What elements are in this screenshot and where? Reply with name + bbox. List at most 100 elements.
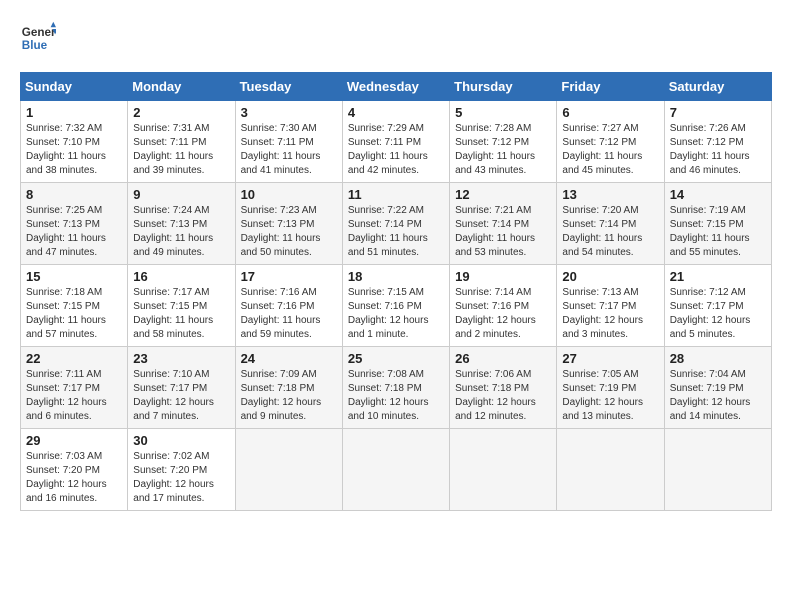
weekday-header-friday: Friday [557, 73, 664, 101]
logo-icon: General Blue [20, 20, 56, 56]
calendar-cell: 2 Sunrise: 7:31 AM Sunset: 7:11 PM Daylig… [128, 101, 235, 183]
day-number: 25 [348, 351, 444, 366]
day-info: Sunrise: 7:20 AM Sunset: 7:14 PM Dayligh… [562, 204, 658, 260]
day-info: Sunrise: 7:30 AM Sunset: 7:11 PM Dayligh… [241, 122, 337, 178]
day-number: 16 [133, 269, 229, 284]
day-info: Sunrise: 7:15 AM Sunset: 7:16 PM Dayligh… [348, 286, 444, 342]
day-number: 2 [133, 105, 229, 120]
calendar-cell: 23 Sunrise: 7:10 AM Sunset: 7:17 PM Dayli… [128, 347, 235, 429]
day-info: Sunrise: 7:25 AM Sunset: 7:13 PM Dayligh… [26, 204, 122, 260]
calendar-cell: 7Sunrise: 7:26 AM Sunset: 7:12 PM Daylig… [664, 101, 771, 183]
calendar-week-row: 8 Sunrise: 7:25 AM Sunset: 7:13 PM Daylig… [21, 183, 772, 265]
day-number: 11 [348, 187, 444, 202]
day-info: Sunrise: 7:22 AM Sunset: 7:14 PM Dayligh… [348, 204, 444, 260]
day-number: 4 [348, 105, 444, 120]
day-number: 29 [26, 433, 122, 448]
calendar-week-row: 29 Sunrise: 7:03 AM Sunset: 7:20 PM Dayli… [21, 429, 772, 511]
day-number: 3 [241, 105, 337, 120]
day-number: 15 [26, 269, 122, 284]
calendar-cell: 22 Sunrise: 7:11 AM Sunset: 7:17 PM Dayli… [21, 347, 128, 429]
day-info: Sunrise: 7:09 AM Sunset: 7:18 PM Dayligh… [241, 368, 337, 424]
day-number: 21 [670, 269, 766, 284]
day-info: Sunrise: 7:19 AM Sunset: 7:15 PM Dayligh… [670, 204, 766, 260]
day-info: Sunrise: 7:13 AM Sunset: 7:17 PM Dayligh… [562, 286, 658, 342]
weekday-header-monday: Monday [128, 73, 235, 101]
day-number: 10 [241, 187, 337, 202]
day-number: 9 [133, 187, 229, 202]
calendar-cell [235, 429, 342, 511]
calendar-week-row: 15 Sunrise: 7:18 AM Sunset: 7:15 PM Dayli… [21, 265, 772, 347]
day-info: Sunrise: 7:29 AM Sunset: 7:11 PM Dayligh… [348, 122, 444, 178]
calendar-cell: 5 Sunrise: 7:28 AM Sunset: 7:12 PM Daylig… [450, 101, 557, 183]
weekday-header-thursday: Thursday [450, 73, 557, 101]
day-number: 30 [133, 433, 229, 448]
day-info: Sunrise: 7:12 AM Sunset: 7:17 PM Dayligh… [670, 286, 766, 342]
day-number: 12 [455, 187, 551, 202]
day-info: Sunrise: 7:10 AM Sunset: 7:17 PM Dayligh… [133, 368, 229, 424]
weekday-header-sunday: Sunday [21, 73, 128, 101]
day-info: Sunrise: 7:17 AM Sunset: 7:15 PM Dayligh… [133, 286, 229, 342]
calendar-week-row: 22 Sunrise: 7:11 AM Sunset: 7:17 PM Dayli… [21, 347, 772, 429]
day-number: 17 [241, 269, 337, 284]
svg-text:General: General [22, 26, 56, 39]
day-number: 5 [455, 105, 551, 120]
day-number: 20 [562, 269, 658, 284]
calendar-table: SundayMondayTuesdayWednesdayThursdayFrid… [20, 72, 772, 511]
day-number: 6 [562, 105, 658, 120]
day-info: Sunrise: 7:14 AM Sunset: 7:16 PM Dayligh… [455, 286, 551, 342]
calendar-cell: 27Sunrise: 7:05 AM Sunset: 7:19 PM Dayli… [557, 347, 664, 429]
day-number: 22 [26, 351, 122, 366]
day-info: Sunrise: 7:05 AM Sunset: 7:19 PM Dayligh… [562, 368, 658, 424]
day-number: 19 [455, 269, 551, 284]
day-number: 8 [26, 187, 122, 202]
calendar-cell: 12Sunrise: 7:21 AM Sunset: 7:14 PM Dayli… [450, 183, 557, 265]
calendar-cell: 30 Sunrise: 7:02 AM Sunset: 7:20 PM Dayli… [128, 429, 235, 511]
day-info: Sunrise: 7:04 AM Sunset: 7:19 PM Dayligh… [670, 368, 766, 424]
calendar-cell [664, 429, 771, 511]
calendar-cell: 21 Sunrise: 7:12 AM Sunset: 7:17 PM Dayli… [664, 265, 771, 347]
day-number: 23 [133, 351, 229, 366]
day-info: Sunrise: 7:02 AM Sunset: 7:20 PM Dayligh… [133, 450, 229, 506]
weekday-header-saturday: Saturday [664, 73, 771, 101]
day-info: Sunrise: 7:08 AM Sunset: 7:18 PM Dayligh… [348, 368, 444, 424]
calendar-cell [450, 429, 557, 511]
logo: General Blue [20, 20, 56, 56]
svg-text:Blue: Blue [22, 39, 48, 52]
calendar-cell: 24 Sunrise: 7:09 AM Sunset: 7:18 PM Dayli… [235, 347, 342, 429]
calendar-cell: 19 Sunrise: 7:14 AM Sunset: 7:16 PM Dayli… [450, 265, 557, 347]
day-info: Sunrise: 7:18 AM Sunset: 7:15 PM Dayligh… [26, 286, 122, 342]
calendar-cell: 10 Sunrise: 7:23 AM Sunset: 7:13 PM Dayli… [235, 183, 342, 265]
day-info: Sunrise: 7:23 AM Sunset: 7:13 PM Dayligh… [241, 204, 337, 260]
day-info: Sunrise: 7:24 AM Sunset: 7:13 PM Dayligh… [133, 204, 229, 260]
day-info: Sunrise: 7:31 AM Sunset: 7:11 PM Dayligh… [133, 122, 229, 178]
calendar-cell: 20 Sunrise: 7:13 AM Sunset: 7:17 PM Dayli… [557, 265, 664, 347]
calendar-header-row: SundayMondayTuesdayWednesdayThursdayFrid… [21, 73, 772, 101]
calendar-cell [342, 429, 449, 511]
page-header: General Blue [20, 20, 772, 56]
calendar-cell: 17 Sunrise: 7:16 AM Sunset: 7:16 PM Dayli… [235, 265, 342, 347]
day-number: 14 [670, 187, 766, 202]
day-number: 13 [562, 187, 658, 202]
calendar-cell: 28 Sunrise: 7:04 AM Sunset: 7:19 PM Dayli… [664, 347, 771, 429]
calendar-cell: 15 Sunrise: 7:18 AM Sunset: 7:15 PM Dayli… [21, 265, 128, 347]
day-info: Sunrise: 7:32 AM Sunset: 7:10 PM Dayligh… [26, 122, 122, 178]
day-number: 7 [670, 105, 766, 120]
day-info: Sunrise: 7:28 AM Sunset: 7:12 PM Dayligh… [455, 122, 551, 178]
day-number: 26 [455, 351, 551, 366]
calendar-cell: 3 Sunrise: 7:30 AM Sunset: 7:11 PM Daylig… [235, 101, 342, 183]
day-number: 18 [348, 269, 444, 284]
calendar-cell: 11 Sunrise: 7:22 AM Sunset: 7:14 PM Dayli… [342, 183, 449, 265]
calendar-week-row: 1 Sunrise: 7:32 AM Sunset: 7:10 PM Daylig… [21, 101, 772, 183]
day-info: Sunrise: 7:16 AM Sunset: 7:16 PM Dayligh… [241, 286, 337, 342]
calendar-cell: 26 Sunrise: 7:06 AM Sunset: 7:18 PM Dayli… [450, 347, 557, 429]
day-info: Sunrise: 7:11 AM Sunset: 7:17 PM Dayligh… [26, 368, 122, 424]
calendar-cell: 14 Sunrise: 7:19 AM Sunset: 7:15 PM Dayli… [664, 183, 771, 265]
calendar-cell: 13 Sunrise: 7:20 AM Sunset: 7:14 PM Dayli… [557, 183, 664, 265]
day-info: Sunrise: 7:06 AM Sunset: 7:18 PM Dayligh… [455, 368, 551, 424]
day-number: 24 [241, 351, 337, 366]
day-number: 1 [26, 105, 122, 120]
day-info: Sunrise: 7:03 AM Sunset: 7:20 PM Dayligh… [26, 450, 122, 506]
day-number: 28 [670, 351, 766, 366]
calendar-cell: 1 Sunrise: 7:32 AM Sunset: 7:10 PM Daylig… [21, 101, 128, 183]
calendar-cell: 4 Sunrise: 7:29 AM Sunset: 7:11 PM Daylig… [342, 101, 449, 183]
